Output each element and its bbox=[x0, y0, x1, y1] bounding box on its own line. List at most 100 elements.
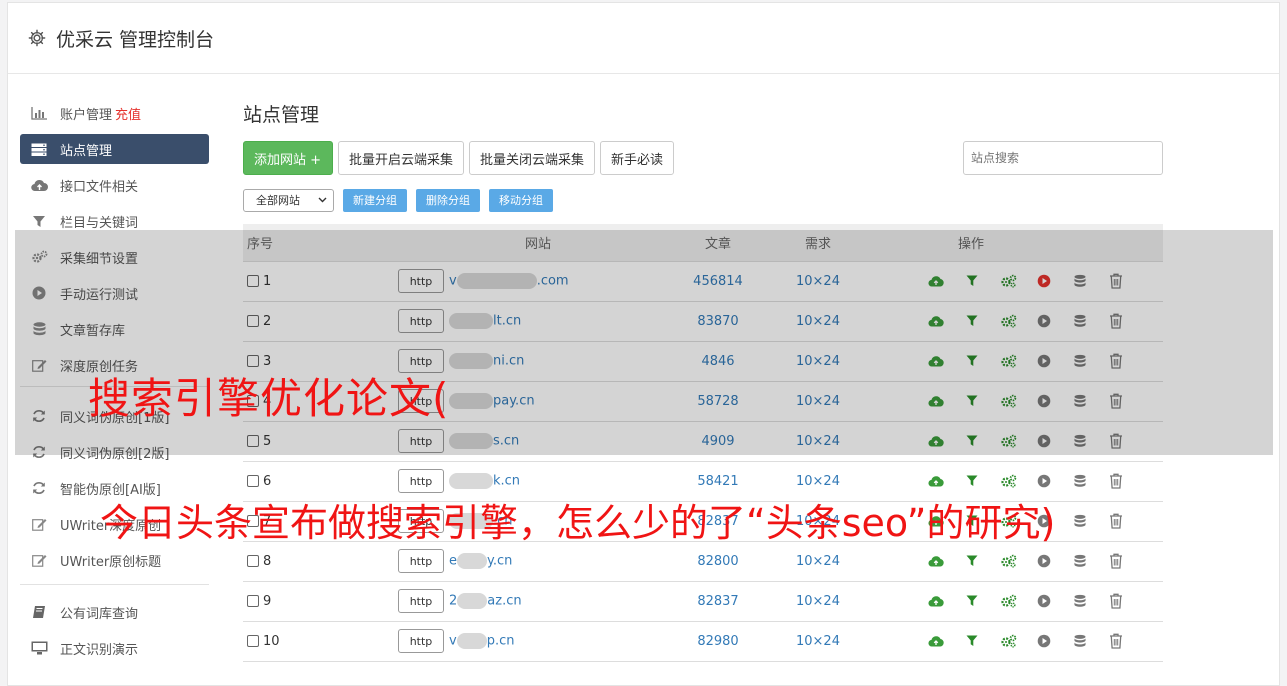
row-cloud-upload-icon[interactable] bbox=[918, 395, 954, 407]
run-play-icon[interactable] bbox=[1026, 594, 1062, 608]
sidebar-item-items3-0[interactable]: 公有词库查询 bbox=[20, 597, 209, 627]
site-search-input[interactable] bbox=[963, 141, 1163, 175]
demand-value[interactable]: 10×24 bbox=[748, 501, 888, 542]
row-database-icon[interactable] bbox=[1062, 314, 1098, 328]
article-count[interactable]: 4846 bbox=[688, 341, 748, 382]
row-database-icon[interactable] bbox=[1062, 594, 1098, 608]
run-play-icon[interactable] bbox=[1026, 434, 1062, 448]
batch-open-button[interactable]: 批量开启云端采集 bbox=[338, 141, 465, 175]
new-group-button[interactable]: 新建分组 bbox=[343, 188, 407, 212]
demand-value[interactable]: 10×24 bbox=[748, 541, 888, 582]
run-play-icon[interactable] bbox=[1026, 514, 1062, 528]
row-cloud-upload-icon[interactable] bbox=[918, 355, 954, 367]
sidebar-item-items-2[interactable]: 接口文件相关 bbox=[20, 170, 209, 200]
row-database-icon[interactable] bbox=[1062, 474, 1098, 488]
row-checkbox[interactable] bbox=[247, 395, 259, 407]
run-play-icon[interactable] bbox=[1026, 474, 1062, 488]
row-trash-icon[interactable] bbox=[1098, 313, 1134, 329]
row-cloud-upload-icon[interactable] bbox=[918, 275, 954, 287]
site-domain[interactable]: lt.cn bbox=[449, 313, 521, 329]
demand-value[interactable]: 10×24 bbox=[748, 461, 888, 502]
row-cogs-icon[interactable] bbox=[990, 314, 1026, 328]
row-database-icon[interactable] bbox=[1062, 554, 1098, 568]
row-cogs-icon[interactable] bbox=[990, 474, 1026, 488]
row-cogs-icon[interactable] bbox=[990, 514, 1026, 528]
row-cogs-icon[interactable] bbox=[990, 274, 1026, 288]
row-trash-icon[interactable] bbox=[1098, 393, 1134, 409]
demand-value[interactable]: 10×24 bbox=[748, 341, 888, 382]
batch-close-button[interactable]: 批量关闭云端采集 bbox=[469, 141, 596, 175]
sidebar-item-items-0[interactable]: 账户管理 充值 bbox=[20, 98, 209, 128]
row-checkbox[interactable] bbox=[247, 555, 259, 567]
recharge-link[interactable]: 充值 bbox=[115, 104, 141, 123]
demand-value[interactable]: 10×24 bbox=[748, 301, 888, 342]
row-cogs-icon[interactable] bbox=[990, 394, 1026, 408]
sidebar-item-items2-3[interactable]: UWriter深度原创 bbox=[20, 509, 209, 539]
protocol-badge[interactable]: http bbox=[398, 429, 444, 453]
run-play-icon[interactable] bbox=[1026, 634, 1062, 648]
sidebar-item-items-4[interactable]: 采集细节设置 bbox=[20, 242, 209, 272]
protocol-badge[interactable]: http bbox=[398, 269, 444, 293]
demand-value[interactable]: 10×24 bbox=[748, 381, 888, 422]
row-trash-icon[interactable] bbox=[1098, 353, 1134, 369]
row-checkbox[interactable] bbox=[247, 435, 259, 447]
row-database-icon[interactable] bbox=[1062, 434, 1098, 448]
demand-value[interactable]: 10×24 bbox=[748, 421, 888, 462]
sidebar-item-items-7[interactable]: 深度原创任务 bbox=[20, 350, 209, 380]
demand-value[interactable]: 10×24 bbox=[748, 621, 888, 662]
run-play-icon[interactable] bbox=[1026, 554, 1062, 568]
row-filter-icon[interactable] bbox=[954, 595, 990, 607]
row-filter-icon[interactable] bbox=[954, 515, 990, 527]
row-checkbox[interactable] bbox=[247, 635, 259, 647]
row-cloud-upload-icon[interactable] bbox=[918, 435, 954, 447]
article-count[interactable]: 58421 bbox=[688, 461, 748, 502]
run-play-icon[interactable] bbox=[1026, 314, 1062, 328]
row-cloud-upload-icon[interactable] bbox=[918, 315, 954, 327]
sidebar-item-items3-1[interactable]: 正文识别演示 bbox=[20, 633, 209, 663]
protocol-badge[interactable]: http bbox=[398, 389, 444, 413]
row-filter-icon[interactable] bbox=[954, 435, 990, 447]
row-database-icon[interactable] bbox=[1062, 274, 1098, 288]
run-play-icon[interactable] bbox=[1026, 394, 1062, 408]
site-domain[interactable]: pay.cn bbox=[449, 393, 535, 409]
sidebar-item-items2-0[interactable]: 同义词伪原创[1版] bbox=[20, 401, 209, 431]
add-site-button[interactable]: 添加网站 + bbox=[243, 141, 333, 175]
protocol-badge[interactable]: http bbox=[398, 629, 444, 653]
site-domain[interactable]: e y.cn bbox=[449, 553, 512, 569]
protocol-badge[interactable]: http bbox=[398, 309, 444, 333]
sidebar-item-items-5[interactable]: 手动运行测试 bbox=[20, 278, 209, 308]
sidebar-item-items-3[interactable]: 栏目与关键词 bbox=[20, 206, 209, 236]
row-checkbox[interactable] bbox=[247, 595, 259, 607]
row-cloud-upload-icon[interactable] bbox=[918, 515, 954, 527]
sidebar-item-items2-2[interactable]: 智能伪原创[AI版] bbox=[20, 473, 209, 503]
row-checkbox[interactable] bbox=[247, 275, 259, 287]
site-domain[interactable]: v p.cn bbox=[449, 633, 514, 649]
site-domain[interactable]: k.cn bbox=[449, 473, 520, 489]
sidebar-item-items-6[interactable]: 文章暂存库 bbox=[20, 314, 209, 344]
site-domain[interactable]: s.cn bbox=[449, 433, 519, 449]
row-filter-icon[interactable] bbox=[954, 555, 990, 567]
article-count[interactable]: 82800 bbox=[688, 541, 748, 582]
row-cloud-upload-icon[interactable] bbox=[918, 555, 954, 567]
demand-value[interactable]: 10×24 bbox=[748, 261, 888, 302]
row-cloud-upload-icon[interactable] bbox=[918, 475, 954, 487]
row-database-icon[interactable] bbox=[1062, 514, 1098, 528]
row-cloud-upload-icon[interactable] bbox=[918, 635, 954, 647]
row-trash-icon[interactable] bbox=[1098, 273, 1134, 289]
row-database-icon[interactable] bbox=[1062, 394, 1098, 408]
row-filter-icon[interactable] bbox=[954, 395, 990, 407]
sidebar-item-items-1[interactable]: 站点管理 bbox=[20, 134, 209, 164]
article-count[interactable]: 83870 bbox=[688, 301, 748, 342]
row-checkbox[interactable] bbox=[247, 355, 259, 367]
article-count[interactable]: 82837 bbox=[688, 581, 748, 622]
article-count[interactable]: 82837 bbox=[688, 501, 748, 542]
row-cogs-icon[interactable] bbox=[990, 434, 1026, 448]
site-domain[interactable]: 2 az.cn bbox=[449, 593, 522, 609]
site-domain[interactable]: v .com bbox=[449, 273, 569, 289]
sidebar-item-items2-1[interactable]: 同义词伪原创[2版] bbox=[20, 437, 209, 467]
row-database-icon[interactable] bbox=[1062, 634, 1098, 648]
newbie-button[interactable]: 新手必读 bbox=[600, 141, 675, 175]
demand-value[interactable]: 10×24 bbox=[748, 581, 888, 622]
row-cogs-icon[interactable] bbox=[990, 354, 1026, 368]
row-checkbox[interactable] bbox=[247, 315, 259, 327]
